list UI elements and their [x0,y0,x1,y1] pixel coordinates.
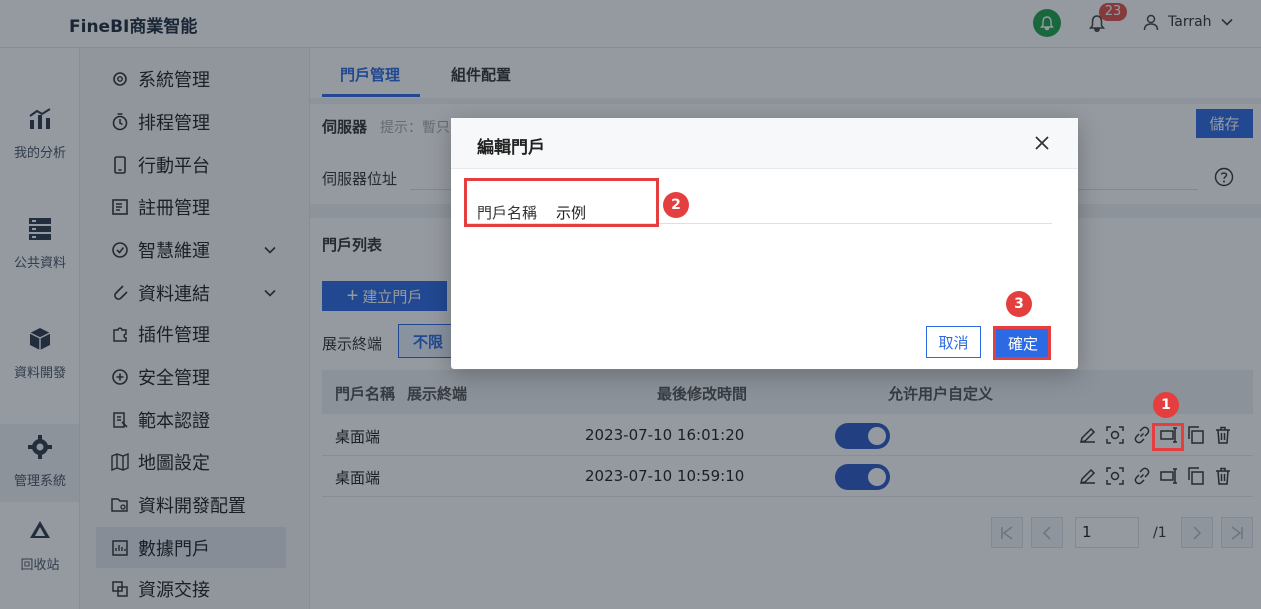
annotation-box-confirm [993,326,1051,360]
cancel-button[interactable]: 取消 [926,326,981,358]
annotation-marker-3: 3 [1006,291,1032,317]
annotation-box-name-field [464,178,659,227]
annotation-marker-2: 2 [663,192,689,218]
annotation-box-rename [1152,423,1184,451]
close-icon[interactable] [1034,135,1050,151]
edit-portal-dialog: 編輯門戶 門戶名稱 示例 取消 確定 [451,118,1078,369]
dialog-header: 編輯門戶 [451,118,1078,169]
dialog-title: 編輯門戶 [477,138,545,158]
annotation-marker-1: 1 [1153,392,1179,418]
